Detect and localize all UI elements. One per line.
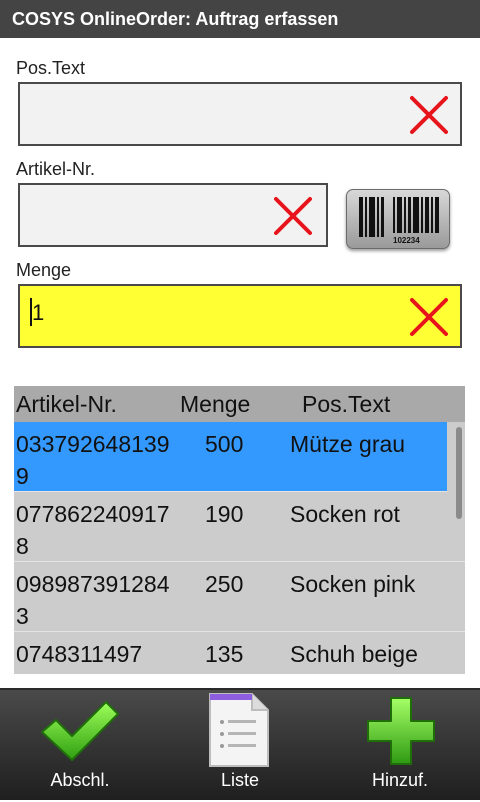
item-artikel-nr: 0778622409178: [16, 501, 170, 559]
add-label: Hinzuf.: [371, 770, 429, 790]
bottom-toolbar: Abschl. Liste Hinzuf.: [0, 688, 480, 800]
item-pos-text: Mütze grau: [290, 431, 406, 457]
menge-field[interactable]: 1: [18, 284, 462, 348]
list-item[interactable]: 0778622409178 190 Socken rot: [14, 492, 465, 562]
clear-artikel-nr-icon[interactable]: [272, 195, 314, 237]
menge-label: Menge: [16, 260, 72, 280]
item-pos-text: Schuh beige: [290, 641, 418, 667]
list-item[interactable]: 0337926481399 500 Mütze grau: [14, 422, 447, 492]
list-header: Artikel-Nr. Menge Pos.Text: [14, 386, 465, 422]
item-artikel-nr: 0748311497: [16, 641, 143, 667]
header-pos-text: Pos.Text: [302, 391, 391, 417]
clear-pos-text-icon[interactable]: [408, 94, 450, 136]
artikel-nr-field[interactable]: [18, 183, 328, 247]
order-list[interactable]: Artikel-Nr. Menge Pos.Text 0337926481399…: [14, 386, 465, 674]
item-artikel-nr: 0337926481399: [16, 431, 170, 489]
item-menge: 250: [205, 571, 244, 597]
barcode-icon: [359, 197, 439, 237]
menge-value: 1: [32, 300, 45, 325]
add-button[interactable]: Hinzuf.: [320, 690, 480, 802]
pos-text-label: Pos.Text: [16, 58, 86, 78]
list-item[interactable]: 0989873912843 250 Socken pink: [14, 562, 465, 632]
clear-menge-icon[interactable]: [408, 296, 450, 338]
title-bar: COSYS OnlineOrder: Auftrag erfassen: [0, 0, 480, 38]
list-button[interactable]: Liste: [160, 690, 320, 802]
header-artikel-nr: Artikel-Nr.: [16, 391, 117, 417]
list-item[interactable]: 0748311497 135 Schuh beige: [14, 632, 465, 674]
document-list-icon: [209, 693, 269, 767]
list-scrollbar[interactable]: [456, 427, 462, 519]
scan-barcode-button[interactable]: 102234: [346, 189, 450, 249]
item-artikel-nr: 0989873912843: [16, 571, 170, 629]
green-check-icon: [41, 701, 119, 761]
finish-button[interactable]: Abschl.: [0, 690, 160, 802]
item-menge: 500: [205, 431, 244, 457]
item-menge: 135: [205, 641, 244, 667]
pos-text-field[interactable]: [18, 82, 462, 146]
artikel-nr-label: Artikel-Nr.: [16, 159, 96, 179]
item-menge: 190: [205, 501, 244, 527]
list-label: Liste: [220, 770, 260, 790]
barcode-digits: 102234: [393, 236, 420, 245]
item-pos-text: Socken pink: [290, 571, 416, 597]
item-pos-text: Socken rot: [290, 501, 400, 527]
green-plus-icon: [367, 697, 435, 765]
header-menge: Menge: [180, 391, 251, 417]
finish-label: Abschl.: [50, 770, 110, 790]
